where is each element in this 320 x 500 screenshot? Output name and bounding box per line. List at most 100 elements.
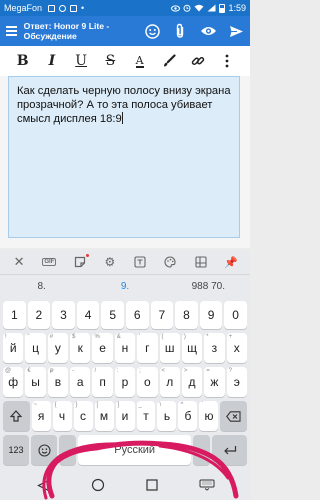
key-hint: # — [49, 334, 54, 340]
enter-key[interactable] — [212, 435, 247, 465]
hide-keyboard-button[interactable] — [195, 473, 219, 497]
key[interactable]: ₽ в — [47, 367, 69, 397]
key[interactable]: ] и — [115, 401, 135, 431]
message-editor[interactable]: Как сделать черную полосу внизу экрана п… — [8, 76, 240, 238]
one-hand-button[interactable] — [191, 252, 211, 272]
key[interactable]: # у — [47, 333, 69, 363]
screenshot-icon — [48, 4, 56, 12]
key-row-bottom: 123 , Русский . — [0, 435, 250, 465]
key[interactable]: ) щ — [181, 333, 203, 363]
key[interactable]: 4 — [76, 301, 100, 329]
italic-button[interactable]: I — [41, 50, 63, 72]
key[interactable]: = ж — [204, 367, 225, 397]
key-hint: / — [94, 368, 97, 374]
translate-button[interactable] — [130, 252, 150, 272]
theme-button[interactable] — [160, 252, 180, 272]
key[interactable]: @ ф — [3, 367, 24, 397]
key[interactable]: 1 — [3, 301, 26, 329]
key-label: ы — [31, 375, 40, 389]
emoji-key[interactable] — [31, 435, 57, 465]
key[interactable]: " ц — [25, 333, 46, 363]
gif-button[interactable]: GIF — [39, 252, 59, 272]
key-label: х — [233, 341, 240, 355]
page-title: Ответ: Honor 9 Lite - Обсуждение — [23, 21, 110, 41]
key[interactable]: 5 — [101, 301, 124, 329]
link-button[interactable] — [187, 50, 209, 72]
key[interactable]: * з — [204, 333, 225, 363]
back-button[interactable] — [31, 473, 55, 497]
key[interactable]: :р — [114, 367, 136, 397]
key[interactable]: $ к — [70, 333, 91, 363]
space-key[interactable]: Русский — [78, 435, 191, 465]
pin-icon: 📌 — [224, 256, 238, 269]
suggestion-1[interactable]: 8. — [0, 281, 83, 292]
app-bar-actions — [138, 16, 250, 46]
home-button[interactable] — [86, 473, 110, 497]
editor-area: Как сделать черную полосу внизу экрана п… — [0, 76, 250, 248]
key-label: щ — [187, 341, 197, 355]
key[interactable]: < л — [159, 367, 180, 397]
key[interactable]: + х — [226, 333, 247, 363]
settings-button[interactable]: ⚙ — [100, 252, 120, 272]
key-label: с — [80, 409, 87, 423]
key[interactable]: / п — [92, 367, 113, 397]
suggestion-2[interactable]: 9. — [83, 281, 166, 292]
pin-keyboard-button[interactable]: 📌 — [221, 252, 241, 272]
key[interactable]: & н — [114, 333, 136, 363]
key-hint: % — [94, 334, 100, 340]
underline-button[interactable]: U — [70, 50, 92, 72]
key[interactable]: ` ю — [199, 401, 219, 431]
notification-icon — [59, 4, 67, 12]
key[interactable]: 2 — [27, 301, 51, 329]
key-hint: ' — [139, 334, 141, 340]
close-keyboard-button[interactable]: ✕ — [9, 252, 29, 272]
comma-key[interactable]: , — [59, 435, 77, 465]
font-size-button[interactable]: A — [129, 50, 151, 72]
key[interactable]: € ы — [25, 367, 46, 397]
key[interactable]: 7 — [150, 301, 174, 329]
key[interactable]: ' г — [137, 333, 158, 363]
color-button[interactable] — [158, 50, 180, 72]
key-label: ж — [210, 375, 219, 389]
sticker-button[interactable] — [70, 252, 90, 272]
key[interactable]: ~ я — [31, 401, 51, 431]
more-options-button[interactable] — [216, 50, 238, 72]
backspace-key[interactable] — [220, 401, 248, 431]
key[interactable]: _ т — [136, 401, 156, 431]
symbols-key[interactable]: 123 — [3, 435, 29, 465]
period-key[interactable]: . — [193, 435, 211, 465]
menu-icon[interactable] — [0, 16, 24, 46]
key[interactable]: > д — [181, 367, 203, 397]
shift-key[interactable] — [3, 401, 30, 431]
key[interactable]: } с — [73, 401, 93, 431]
key[interactable]: ? э — [226, 367, 247, 397]
key-row-numbers: 1 2 3 4 5 6 7 8 9 0 — [0, 301, 250, 329]
strikethrough-button[interactable]: S — [99, 50, 121, 72]
key[interactable]: ! й — [3, 333, 24, 363]
key-label: у — [54, 341, 61, 355]
preview-button[interactable] — [194, 16, 222, 46]
bold-button[interactable]: B — [12, 50, 34, 72]
key[interactable]: 9 — [199, 301, 223, 329]
emoji-button[interactable] — [138, 16, 166, 46]
attach-button[interactable] — [166, 16, 194, 46]
key[interactable]: {ч — [52, 401, 72, 431]
send-button[interactable] — [222, 16, 250, 46]
key[interactable]: -а — [70, 367, 91, 397]
key[interactable]: ; о — [137, 367, 158, 397]
key-label: в — [54, 375, 62, 389]
key[interactable]: (ш — [159, 333, 180, 363]
key[interactable]: 8 — [175, 301, 198, 329]
key[interactable]: \ ь — [157, 401, 177, 431]
key[interactable]: ^ б — [178, 401, 198, 431]
key[interactable]: 0 — [224, 301, 247, 329]
key[interactable]: 6 — [125, 301, 149, 329]
key-label: 1 — [10, 308, 18, 322]
key[interactable]: % е — [92, 333, 113, 363]
key-label: а — [76, 375, 84, 389]
font-size-label: A — [135, 53, 144, 68]
recents-button[interactable] — [140, 473, 164, 497]
suggestion-3[interactable]: 988 70. — [167, 281, 250, 292]
key[interactable]: [м — [94, 401, 114, 431]
key[interactable]: 3 — [52, 301, 75, 329]
